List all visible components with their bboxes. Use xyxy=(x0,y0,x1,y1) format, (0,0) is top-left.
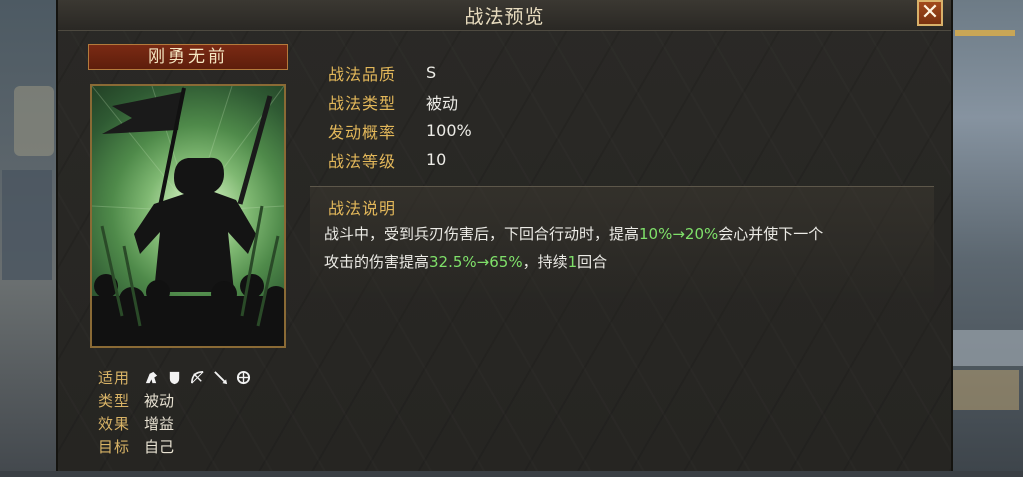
description-title: 战法说明 xyxy=(328,199,397,218)
attr-target-value: 自己 xyxy=(144,438,175,456)
stat-quality-label: 战法品质 xyxy=(328,64,397,84)
description-line-1: 战斗中，受到兵刃伤害后，下回合行动时，提高10%→20%会心并使下一个 xyxy=(324,220,924,248)
description-line-2: 攻击的伤害提高32.5%→65%，持续1回合 xyxy=(324,248,924,276)
attr-effect-value: 增益 xyxy=(144,415,175,433)
attr-applicable-row: 适用 xyxy=(98,366,251,389)
stat-probability-label: 发动概率 xyxy=(328,122,397,142)
description-text-part: 战斗中，受到兵刃伤害后，下回合行动时，提高 xyxy=(324,225,640,243)
shield-icon xyxy=(169,371,180,385)
attr-target-label: 目标 xyxy=(98,438,131,456)
stat-row: 战法等级 10 xyxy=(328,145,472,174)
background-figure xyxy=(953,330,1023,366)
skill-description-box: 战法说明 战斗中，受到兵刃伤害后，下回合行动时，提高10%→20%会心并使下一个… xyxy=(310,186,934,477)
bow-icon xyxy=(191,371,204,384)
background-figure xyxy=(2,170,52,280)
stat-probability-value: 100% xyxy=(426,121,472,140)
stat-level-label: 战法等级 xyxy=(328,151,397,171)
troop-type-icons xyxy=(144,370,251,385)
panel-titlebar: 战法预览 ✕ xyxy=(58,0,951,31)
skill-attributes: 适用 类型 被动 效果 增益 目标 自己 xyxy=(98,366,251,458)
stat-row: 战法品质 S xyxy=(328,58,472,87)
stat-row: 战法类型 被动 xyxy=(328,87,472,116)
attr-type-value: 被动 xyxy=(144,392,175,410)
close-button[interactable]: ✕ xyxy=(917,0,943,26)
attr-target-row: 目标 自己 xyxy=(98,435,251,458)
damage-boost-value: 32.5%→65% xyxy=(429,253,523,271)
attr-effect-label: 效果 xyxy=(98,415,131,433)
background-figure xyxy=(955,30,1015,36)
panel-title: 战法预览 xyxy=(464,6,545,28)
spear-icon xyxy=(214,371,228,385)
background-left xyxy=(0,0,56,471)
background-figure xyxy=(14,86,54,156)
stat-type-value: 被动 xyxy=(426,93,459,113)
skill-preview-panel: 战法预览 ✕ 刚勇无前 适用 类型 被动 效果 增益 目标 自己 战法品质 S … xyxy=(56,0,953,477)
background-figure xyxy=(953,370,1019,410)
description-text: 战斗中，受到兵刃伤害后，下回合行动时，提高10%→20%会心并使下一个 攻击的伤… xyxy=(324,220,924,276)
skill-name: 刚勇无前 xyxy=(88,44,288,70)
crit-boost-value: 10%→20% xyxy=(639,225,719,243)
attr-type-row: 类型 被动 xyxy=(98,389,251,412)
stat-level-value: 10 xyxy=(426,150,447,169)
duration-value: 1 xyxy=(567,253,578,271)
description-text-part: 攻击的伤害提高 xyxy=(324,253,430,271)
description-text-part: ，持续 xyxy=(522,253,568,271)
description-text-part: 会心并使下一个 xyxy=(718,225,824,243)
warrior-silhouette-icon xyxy=(92,86,284,346)
attr-type-label: 类型 xyxy=(98,392,131,410)
skill-artwork xyxy=(90,84,286,348)
stat-quality-value: S xyxy=(426,63,437,82)
attr-applicable-label: 适用 xyxy=(98,369,131,387)
background-right xyxy=(949,0,1023,471)
cavalry-icon xyxy=(145,371,158,384)
wheel-icon xyxy=(236,370,251,385)
stat-type-label: 战法类型 xyxy=(328,93,397,113)
stat-row: 发动概率 100% xyxy=(328,116,472,145)
skill-stats: 战法品质 S 战法类型 被动 发动概率 100% 战法等级 10 xyxy=(328,58,472,174)
description-text-part: 回合 xyxy=(577,253,608,271)
attr-effect-row: 效果 增益 xyxy=(98,412,251,435)
